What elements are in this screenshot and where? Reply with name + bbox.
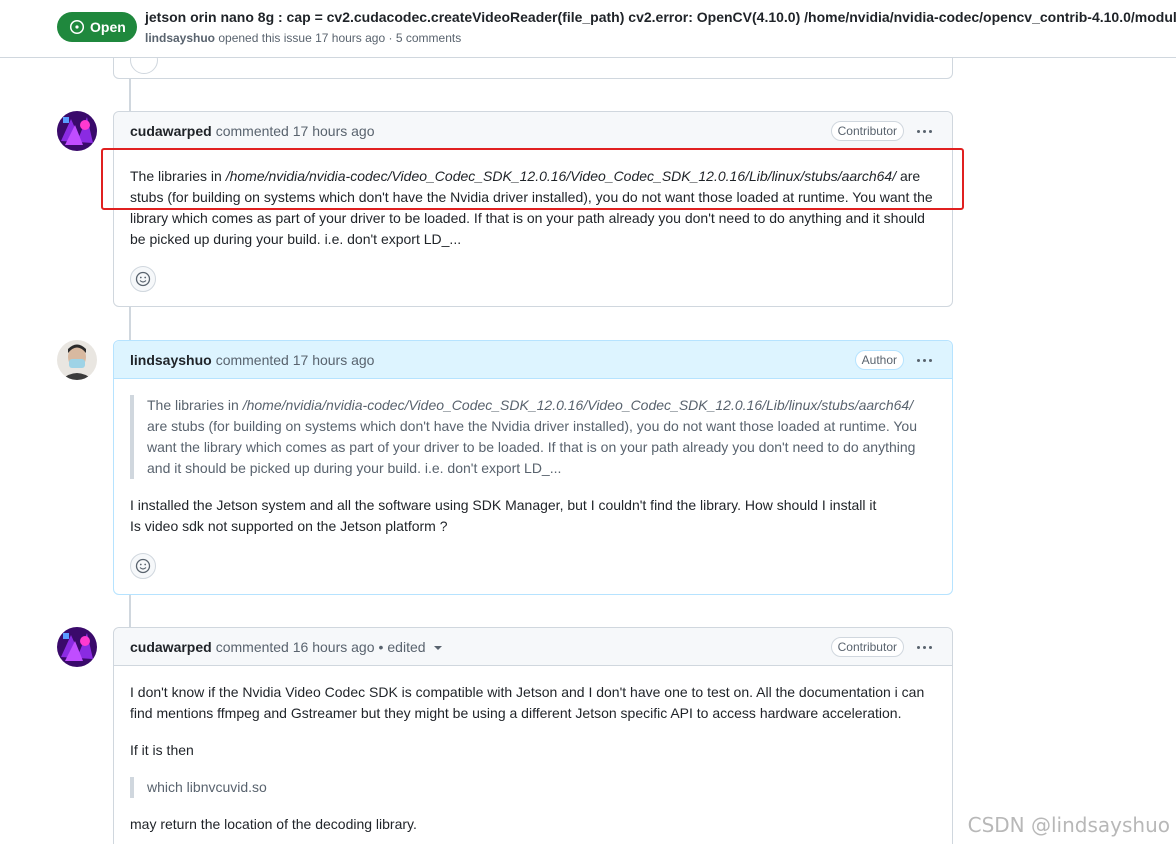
comment-options-button[interactable] [914,637,934,657]
comment-author-link[interactable]: lindsayshuo [130,352,212,368]
issue-state-label: Open [90,19,126,35]
comment-author-link[interactable]: cudawarped [130,639,212,655]
comment-card: lindsayshuo commented 17 hours ago Autho… [113,340,953,595]
smiley-icon [135,558,151,574]
comment-header: lindsayshuo commented 17 hours ago Autho… [114,341,952,379]
csdn-watermark: CSDN @lindsayshuo [967,813,1170,837]
kebab-horizontal-icon [916,645,920,649]
comment-header: cudawarped commented 16 hours ago • edit… [114,628,952,666]
issue-state-badge: Open [57,12,137,42]
comment-body: I don't know if the Nvidia Video Codec S… [114,666,952,835]
avatar-cudawarped-image [57,111,97,151]
avatar[interactable] [57,340,97,380]
add-reaction-button[interactable] [130,553,156,579]
comment-options-button[interactable] [914,121,934,141]
add-reaction-button[interactable] [130,266,156,292]
avatar-cudawarped-image [57,627,97,667]
issue-meta-action: opened this issue 17 hours ago [218,31,386,45]
comment-paragraph: The libraries in /home/nvidia/nvidia-cod… [130,168,933,247]
quoted-stubs-path: /home/nvidia/nvidia-codec/Video_Codec_SD… [242,397,914,413]
comment-options-button[interactable] [914,350,934,370]
comment-timestamp[interactable]: 17 hours ago [293,123,375,139]
issue-title[interactable]: jetson orin nano 8g : cap = cv2.cudacode… [145,9,1176,25]
comment-card: cudawarped commented 16 hours ago • edit… [113,627,953,844]
comment-paragraph: may return the location of the decoding … [130,816,417,832]
comment-card: cudawarped commented 17 hours ago Contri… [113,111,953,307]
comment-body: The libraries in /home/nvidia/nvidia-cod… [114,379,952,579]
stubs-path: /home/nvidia/nvidia-codec/Video_Codec_SD… [225,168,897,184]
kebab-horizontal-icon [916,358,920,362]
blockquote: The libraries in /home/nvidia/nvidia-cod… [130,395,936,479]
blockquote: which libnvcuvid.so [130,777,936,798]
contributor-badge: Contributor [830,121,904,141]
avatar-lindsayshuo-image [57,340,97,380]
comment-author-link[interactable]: cudawarped [130,123,212,139]
comment-action: commented [215,638,289,655]
avatar[interactable] [57,627,97,667]
comment-action: commented [215,122,289,139]
issue-author-link[interactable]: lindsayshuo [145,31,215,45]
comment-timestamp[interactable]: 16 hours ago [293,639,375,655]
contributor-badge: Contributor [830,637,904,657]
kebab-horizontal-icon [916,129,920,133]
comment-body: The libraries in /home/nvidia/nvidia-cod… [114,150,952,292]
smiley-icon [135,271,151,287]
issue-meta-sep: · [388,31,393,45]
issue-meta: lindsayshuo opened this issue 17 hours a… [145,31,461,45]
chevron-down-icon[interactable] [433,646,442,650]
issue-comments-count[interactable]: 5 comments [396,31,461,45]
sticky-issue-header: Open jetson orin nano 8g : cap = cv2.cud… [0,0,1176,58]
comment-action: commented [215,351,289,368]
comment-paragraph: I don't know if the Nvidia Video Codec S… [130,684,925,721]
issue-opened-icon [69,19,85,35]
comment-paragraph: I installed the Jetson system and all th… [130,497,877,534]
comment-paragraph: If it is then [130,742,194,758]
author-badge: Author [854,350,904,370]
edited-dropdown[interactable]: edited [387,639,425,655]
avatar[interactable] [57,111,97,151]
comment-timestamp[interactable]: 17 hours ago [293,352,375,368]
comment-header: cudawarped commented 17 hours ago Contri… [114,112,952,150]
